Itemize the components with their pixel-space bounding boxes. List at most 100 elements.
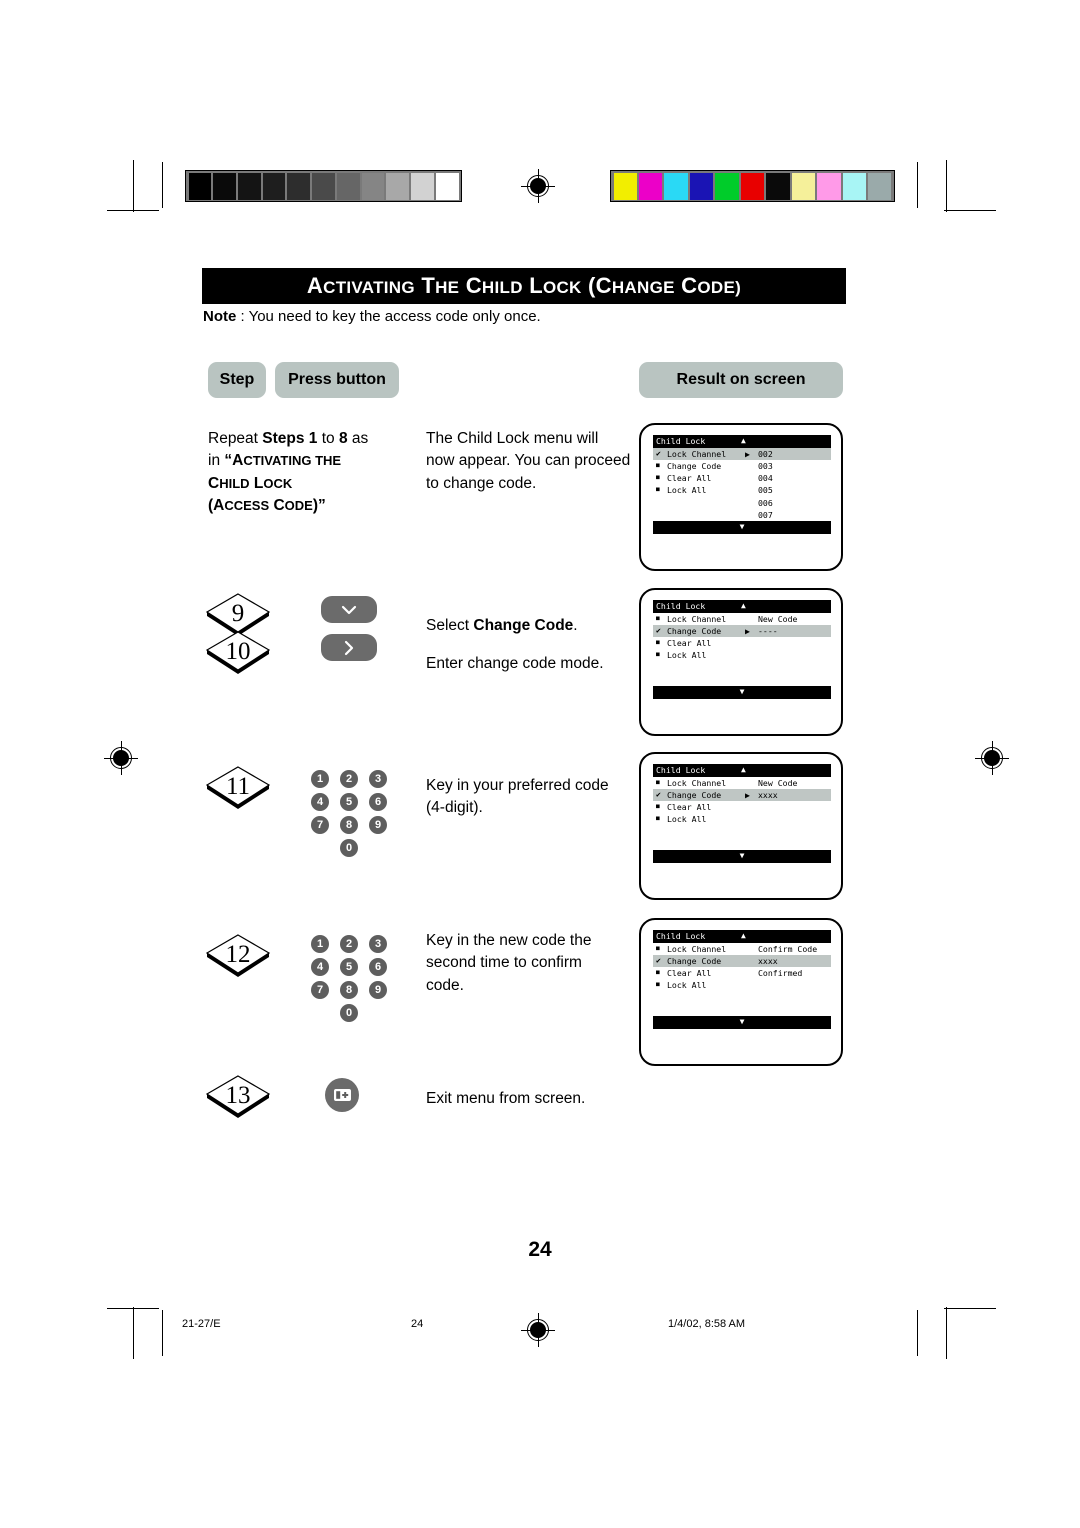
menu-screen-icon — [333, 1089, 351, 1101]
osd-item-value: Confirmed — [758, 968, 803, 979]
step-9-instruction: Select Change Code. — [426, 617, 578, 634]
osd-title-bar: Child Lock ▲ — [653, 435, 831, 448]
osd-item-3[interactable]: Lock All 005 — [653, 484, 831, 496]
swatch-10 — [435, 172, 459, 200]
key-5[interactable]: 5 — [340, 958, 358, 976]
step-12-instruction: Key in the new code the second time to c… — [426, 930, 636, 997]
key-8[interactable]: 8 — [340, 816, 358, 834]
osd-item-value: Confirm Code — [758, 943, 818, 954]
footer-job-code: 21-27/E — [182, 1318, 221, 1330]
osd-item-value: New Code — [758, 777, 798, 788]
note-text: : You need to key the access code only o… — [236, 308, 541, 325]
osd-item-3[interactable]: Lock All — [653, 649, 831, 661]
chevron-right-icon — [344, 640, 354, 655]
key-9[interactable]: 9 — [369, 981, 387, 999]
osd-item-label: Change Code — [667, 955, 722, 966]
osd-item-2[interactable]: Clear All — [653, 801, 831, 813]
swatch-1 — [638, 172, 663, 200]
page-title: ACTIVATING THE CHILD LOCK (CHANGE CODE) — [202, 268, 846, 304]
key-2[interactable]: 2 — [340, 770, 358, 788]
osd-item-1[interactable]: Change Code ▶ ---- — [653, 624, 831, 638]
osd-title-bar: Child Lock ▲ — [653, 764, 831, 777]
footer-timestamp: 1/4/02, 8:58 AM — [668, 1318, 746, 1330]
step-12-line-1: second time to confirm — [426, 954, 582, 972]
note-line: Note : You need to key the access code o… — [203, 308, 541, 325]
osd-item-0[interactable]: Lock Channel Confirm Code — [653, 943, 831, 955]
crop-mark-bottom-left-inner — [162, 1310, 163, 1356]
key-6[interactable]: 6 — [369, 793, 387, 811]
osd-item-value: 004 — [758, 473, 773, 484]
note-label: Note — [203, 308, 237, 325]
key-4[interactable]: 4 — [311, 958, 329, 976]
key-8[interactable]: 8 — [340, 981, 358, 999]
tv-screen-1: Child Lock ▲ Lock Channel ▶ 002 Change Code 00… — [639, 423, 843, 571]
osd-item-2[interactable]: Clear All Confirmed — [653, 967, 831, 979]
osd-scroll-down-bar: ▼ — [653, 850, 831, 863]
osd-item-1[interactable]: Change Code 003 — [653, 460, 831, 472]
osd-item-label: Lock Channel — [667, 777, 727, 788]
osd-item-0[interactable]: Lock Channel New Code — [653, 613, 831, 625]
menu-exit-button[interactable] — [325, 1078, 359, 1112]
osd-item-arrow-icon: ▶ — [745, 448, 750, 459]
key-2[interactable]: 2 — [340, 935, 358, 953]
osd-item-2[interactable]: Clear All — [653, 637, 831, 649]
osd-scroll-down-bar: ▼ — [653, 686, 831, 699]
key-3[interactable]: 3 — [369, 770, 387, 788]
key-4[interactable]: 4 — [311, 793, 329, 811]
osd-item-label: Change Code — [667, 460, 722, 471]
key-9[interactable]: 9 — [369, 816, 387, 834]
bullet-square-icon — [656, 812, 667, 826]
osd-item-value: ---- — [758, 625, 778, 636]
key-3[interactable]: 3 — [369, 935, 387, 953]
numeric-keypad-step-11[interactable]: 123 456 7890 — [311, 770, 397, 862]
step-12-line-2: code. — [426, 976, 464, 994]
swatch-2 — [237, 172, 261, 200]
osd-item-label: Change Code — [667, 789, 722, 800]
osd-item-value: New Code — [758, 613, 798, 624]
numeric-keypad-step-12[interactable]: 123 456 7890 — [311, 935, 397, 1027]
crop-mark-top-left-vertical — [133, 160, 134, 212]
osd-item-0[interactable]: Lock Channel New Code — [653, 777, 831, 789]
crop-mark-top-right-horizontal — [944, 210, 996, 211]
cursor-right-button[interactable] — [321, 634, 377, 661]
step-0-result-line-0: The Child Lock menu will — [426, 430, 599, 447]
chevron-down-icon — [341, 605, 357, 614]
osd-item-label: Lock Channel — [667, 943, 727, 954]
osd-item-value: xxxx — [758, 955, 778, 966]
key-7[interactable]: 7 — [311, 816, 329, 834]
osd-item-label: Lock All — [667, 814, 707, 825]
step-13-instruction: Exit menu from screen. — [426, 1088, 636, 1110]
crop-mark-top-left-inner — [162, 162, 163, 208]
key-0[interactable]: 0 — [340, 1004, 358, 1022]
osd-item-value: 002 — [758, 448, 773, 459]
osd-item-0[interactable]: Lock Channel ▶ 002 — [653, 447, 831, 460]
grayscale-calibration-bar — [185, 170, 462, 202]
header-press-button: Press button — [275, 362, 399, 398]
swatch-10 — [868, 172, 892, 200]
osd-item-arrow-icon: ▶ — [745, 789, 750, 800]
osd-item-3[interactable]: Lock All — [653, 979, 831, 991]
step-0-result: The Child Lock menu will now appear. You… — [426, 428, 631, 495]
cursor-down-button[interactable] — [321, 596, 377, 623]
osd-title: Child Lock — [656, 436, 706, 447]
osd-spacer — [653, 826, 831, 838]
key-7[interactable]: 7 — [311, 981, 329, 999]
osd-item-3[interactable]: Lock All — [653, 813, 831, 825]
key-6[interactable]: 6 — [369, 958, 387, 976]
osd-item-1[interactable]: Change Code ▶ xxxx — [653, 788, 831, 802]
key-1[interactable]: 1 — [311, 770, 329, 788]
key-1[interactable]: 1 — [311, 935, 329, 953]
key-5[interactable]: 5 — [340, 793, 358, 811]
osd-scroll-up-icon: ▲ — [741, 765, 746, 774]
osd-item-2[interactable]: Clear All 004 — [653, 472, 831, 484]
osd-spacer — [653, 992, 831, 1004]
bullet-square-icon — [656, 483, 667, 497]
osd-item-label: Lock Channel — [667, 613, 727, 624]
step-number-12: 12 — [205, 933, 271, 977]
key-0[interactable]: 0 — [340, 839, 358, 857]
tv-screen-2: Child Lock▲Lock ChannelNew CodeChange Co… — [639, 588, 843, 736]
step-number-12-text: 12 — [225, 940, 251, 968]
osd-item-1[interactable]: Change Code xxxx — [653, 954, 831, 968]
step-0-result-line-2: to change code. — [426, 474, 537, 492]
osd-item-label: Lock All — [667, 980, 707, 991]
